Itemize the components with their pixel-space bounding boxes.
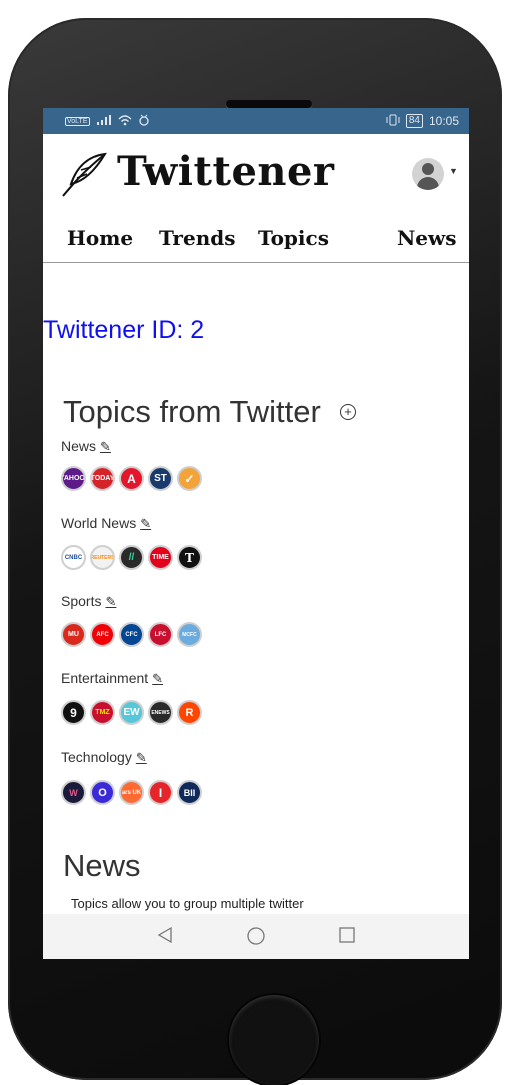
home-circle-icon[interactable] <box>246 926 266 952</box>
signal-bars-icon <box>96 114 112 129</box>
category-label-world-news: World News ✎ <box>61 515 151 532</box>
category-name: News <box>61 438 97 454</box>
news-title: News <box>63 848 141 883</box>
account-icon[interactable]: AFC <box>90 622 115 647</box>
account-icon[interactable]: MU <box>61 622 86 647</box>
account-icon[interactable]: REUTERS <box>90 545 115 570</box>
wifi-icon <box>118 114 132 129</box>
status-bar: VoLTE 84 10:05 <box>43 108 469 134</box>
nav-news[interactable]: News <box>397 226 456 250</box>
avatar-head <box>422 163 434 175</box>
category-icons-news: YAHOO! TODAY A ST ✓ <box>61 466 202 492</box>
pencil-icon[interactable]: ✎ <box>152 671 163 687</box>
account-icon[interactable]: ENEWS <box>148 700 173 725</box>
account-icon[interactable]: CNBC <box>61 545 86 570</box>
nav-home[interactable]: Home <box>67 226 133 250</box>
account-icon[interactable]: // <box>119 545 144 570</box>
feather-icon <box>59 150 111 203</box>
category-name: Sports <box>61 593 102 609</box>
account-icon[interactable]: ✓ <box>177 466 202 491</box>
pencil-icon[interactable]: ✎ <box>140 516 151 532</box>
avatar[interactable] <box>412 158 444 190</box>
main-nav: Home Trends Topics News <box>43 222 469 263</box>
category-name: World News <box>61 515 137 531</box>
account-icon[interactable]: ST <box>148 466 173 491</box>
chevron-down-icon[interactable]: ▼ <box>449 166 458 176</box>
app-header: Twittener ▼ <box>43 134 469 197</box>
recents-square-icon[interactable] <box>338 926 356 950</box>
category-icons-entertainment: 9 TMZ EW ENEWS R <box>61 700 202 726</box>
news-description: Topics allow you to group multiple twitt… <box>71 896 304 911</box>
category-icons-sports: MU AFC CFC LFC MCFC <box>61 622 202 648</box>
account-icon[interactable]: W <box>61 780 86 805</box>
account-icon[interactable]: 9 <box>61 700 86 725</box>
pencil-icon[interactable]: ✎ <box>136 750 147 766</box>
battery-icon: 84 <box>405 114 423 128</box>
back-triangle-icon[interactable] <box>156 926 174 950</box>
app-title: Twittener <box>117 148 335 195</box>
plus-circle-icon[interactable]: + <box>340 404 356 420</box>
category-name: Technology <box>61 749 132 765</box>
account-icon[interactable]: LFC <box>148 622 173 647</box>
account-icon[interactable]: TIME <box>148 545 173 570</box>
category-label-technology: Technology ✎ <box>61 749 147 766</box>
category-icons-technology: W O ars UK I BII <box>61 780 202 806</box>
vibrate-icon <box>386 114 400 129</box>
speaker-grille <box>226 100 312 108</box>
nav-topics[interactable]: Topics <box>258 226 329 250</box>
nav-trends[interactable]: Trends <box>159 226 235 250</box>
account-icon[interactable]: T <box>177 545 202 570</box>
carrier-badge-icon: VoLTE <box>65 116 90 126</box>
pencil-icon[interactable]: ✎ <box>105 594 116 610</box>
account-icon[interactable]: CFC <box>119 622 144 647</box>
account-icon[interactable]: MCFC <box>177 622 202 647</box>
account-icon[interactable]: R <box>177 700 202 725</box>
category-label-sports: Sports ✎ <box>61 593 116 610</box>
status-time: 10:05 <box>428 114 459 128</box>
account-icon[interactable]: BII <box>177 780 202 805</box>
account-icon[interactable]: O <box>90 780 115 805</box>
hardware-home-button[interactable] <box>229 995 319 1085</box>
account-icon[interactable]: A <box>119 466 144 491</box>
pencil-icon[interactable]: ✎ <box>100 439 111 455</box>
account-icon[interactable]: TODAY <box>90 466 115 491</box>
avatar-body <box>417 177 439 190</box>
account-icon[interactable]: TMZ <box>90 700 115 725</box>
account-icon[interactable]: I <box>148 780 173 805</box>
app-notification-icon <box>138 114 150 129</box>
account-icon[interactable]: YAHOO! <box>61 466 86 491</box>
topics-title: Topics from Twitter <box>63 394 321 429</box>
category-name: Entertainment <box>61 670 149 686</box>
category-label-entertainment: Entertainment ✎ <box>61 670 163 687</box>
phone-screen: VoLTE 84 10:05 Twittener ▼ Home Trends T… <box>43 108 469 959</box>
category-label-news: News ✎ <box>61 438 111 455</box>
twittener-id-label: Twittener ID: 2 <box>43 316 205 344</box>
account-icon[interactable]: ars UK <box>119 780 144 805</box>
android-nav-bar <box>43 914 469 959</box>
account-icon[interactable]: EW <box>119 700 144 725</box>
category-icons-world-news: CNBC REUTERS // TIME T <box>61 545 202 571</box>
